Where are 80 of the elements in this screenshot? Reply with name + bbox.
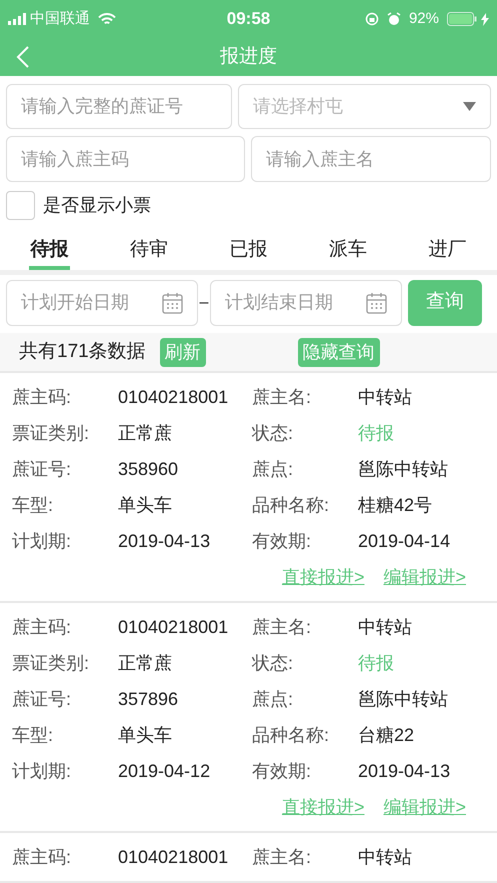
field-label: 车型: xyxy=(12,494,54,516)
caret-icon xyxy=(463,102,476,111)
record-count: 共有171条数据 xyxy=(19,340,146,364)
field-label: 票证类别: xyxy=(12,422,90,444)
field-label: 计划期: xyxy=(12,530,72,552)
status-value: 待报 xyxy=(358,652,395,674)
query-button[interactable]: 查询 xyxy=(408,280,482,326)
field-value: 单头车 xyxy=(118,724,173,746)
tab[interactable]: 待报 xyxy=(0,228,100,270)
checkbox[interactable] xyxy=(6,191,35,220)
field-label: 蔗主码: xyxy=(12,386,72,408)
input-field[interactable]: 请输入完整的蔗证号 xyxy=(6,84,232,129)
field-label: 有效期: xyxy=(252,530,312,552)
field-value: 2019-04-14 xyxy=(358,530,452,552)
field-value: 2019-04-13 xyxy=(118,530,212,552)
field-label: 品种名称: xyxy=(252,724,330,746)
field-value: 2019-04-13 xyxy=(358,760,452,782)
field-label: 有效期: xyxy=(252,760,312,782)
action-link[interactable]: 编辑报进> xyxy=(383,564,466,590)
alarm-icon xyxy=(386,12,401,26)
field-label: 品种名称: xyxy=(252,494,330,516)
field-value: 2019-04-12 xyxy=(118,760,212,782)
field-label: 蔗点: xyxy=(252,688,294,710)
action-link[interactable]: 直接报进> xyxy=(282,564,364,590)
field-label: 蔗主名: xyxy=(252,616,312,638)
field-label: 状态: xyxy=(252,652,294,674)
tab[interactable]: 已报 xyxy=(198,228,298,270)
field-label: 车型: xyxy=(12,724,54,746)
field-value: 358960 xyxy=(118,458,180,480)
field-value: 01040218001 xyxy=(118,846,230,868)
charging-icon xyxy=(481,12,489,26)
carrier-name: 中国联通 xyxy=(30,8,90,29)
field-value: 邕陈中转站 xyxy=(358,688,449,710)
field-value: 357896 xyxy=(118,688,180,710)
field-label: 票证类别: xyxy=(12,652,90,674)
field-value: 正常蔗 xyxy=(118,652,173,674)
page-title: 报进度 xyxy=(220,44,277,69)
battery-icon xyxy=(447,12,477,26)
field-value: 台糖22 xyxy=(358,724,416,746)
input-field[interactable]: 请输入蔗主名 xyxy=(251,136,491,182)
signal-icon xyxy=(8,13,26,25)
refresh-button[interactable]: 刷新 xyxy=(160,338,206,366)
field-label: 蔗主码: xyxy=(12,846,72,868)
field-value: 01040218001 xyxy=(118,616,230,638)
dropdown-field[interactable]: 请选择村屯 xyxy=(238,84,491,129)
input-field[interactable]: 请输入蔗主码 xyxy=(6,136,245,182)
battery-percent: 92% xyxy=(408,8,439,29)
field-label: 蔗证号: xyxy=(12,458,72,480)
field-label: 蔗主名: xyxy=(252,846,312,868)
tab[interactable]: 进厂 xyxy=(398,228,497,270)
tab[interactable]: 派车 xyxy=(298,228,398,270)
calendar-icon xyxy=(162,292,183,314)
field-value: 中转站 xyxy=(358,386,413,408)
date-field[interactable]: 计划开始日期 xyxy=(6,280,198,326)
field-label: 蔗主码: xyxy=(12,616,72,638)
field-label: 状态: xyxy=(252,422,294,444)
calendar-icon xyxy=(366,292,387,314)
wifi-icon xyxy=(98,12,116,26)
back-icon xyxy=(16,46,30,68)
field-label: 蔗主名: xyxy=(252,386,312,408)
field-value: 邕陈中转站 xyxy=(358,458,449,480)
status-value: 待报 xyxy=(358,422,395,444)
field-value: 中转站 xyxy=(358,616,413,638)
field-label: 蔗点: xyxy=(252,458,294,480)
tab[interactable]: 待审 xyxy=(99,228,199,270)
field-value: 01040218001 xyxy=(118,386,230,408)
rotation-lock-icon xyxy=(364,12,379,26)
field-value: 桂糖42号 xyxy=(358,494,434,516)
field-value: 正常蔗 xyxy=(118,422,173,444)
action-link[interactable]: 直接报进> xyxy=(282,794,364,820)
range-separator: – xyxy=(198,292,210,312)
hide-query-button[interactable]: 隐藏查询 xyxy=(298,338,380,366)
field-value: 单头车 xyxy=(118,494,173,516)
checkbox-label: 是否显示小票 xyxy=(43,194,151,217)
clock-time: 09:58 xyxy=(226,9,270,28)
field-label: 蔗证号: xyxy=(12,688,72,710)
field-value: 中转站 xyxy=(358,846,413,868)
date-field[interactable]: 计划结束日期 xyxy=(210,280,402,326)
action-link[interactable]: 编辑报进> xyxy=(383,794,466,820)
field-label: 计划期: xyxy=(12,760,72,782)
